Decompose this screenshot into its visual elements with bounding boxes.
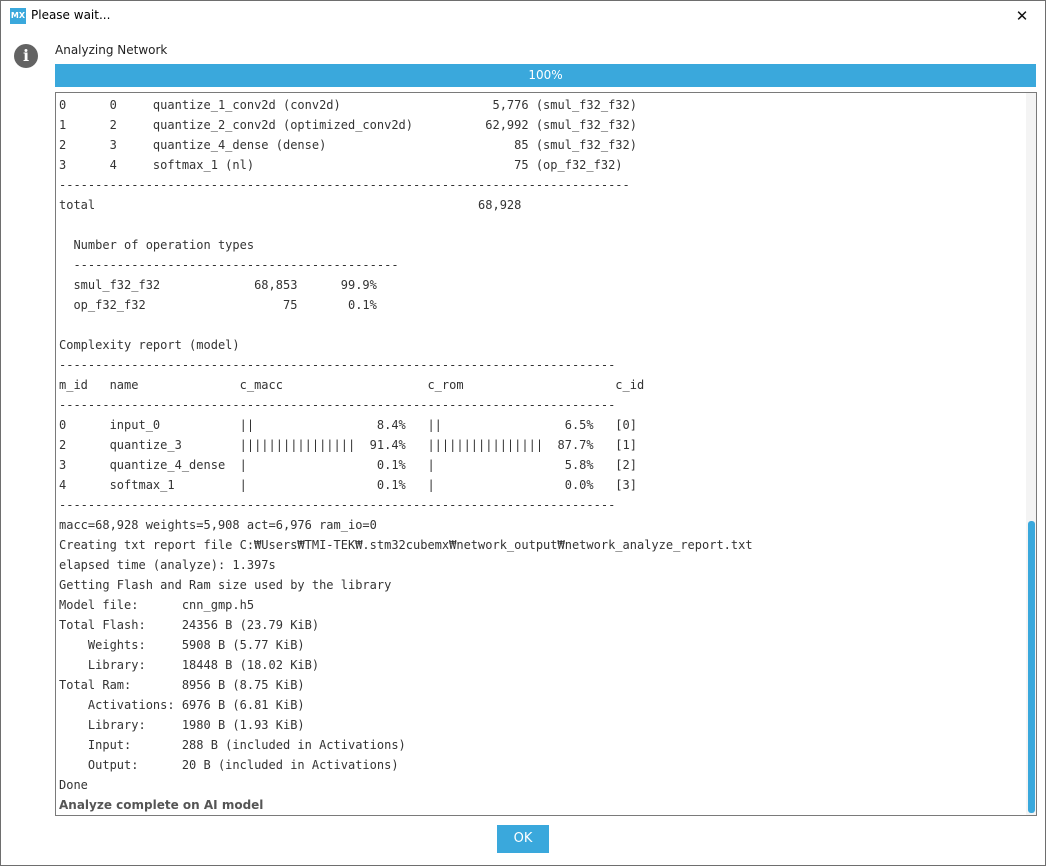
vertical-scrollbar[interactable] <box>1026 93 1036 815</box>
ok-button[interactable]: OK <box>497 825 549 853</box>
log-line: 0 input_0 || 8.4% || 6.5% [0] <box>59 418 637 432</box>
log-line: macc=68,928 weights=5,908 act=6,976 ram_… <box>59 518 377 532</box>
log-line: ----------------------------------------… <box>59 398 616 412</box>
log-line: m_id name c_macc c_rom c_id <box>59 378 645 392</box>
log-line: Creating txt report file C:₩Users₩TMI-TE… <box>59 538 753 552</box>
log-line: 3 4 softmax_1 (nl) 75 (op_f32_f32) <box>59 158 623 172</box>
window-title: Please wait... <box>31 8 111 22</box>
info-icon: i <box>14 44 38 68</box>
log-line: Number of operation types <box>59 238 255 252</box>
log-line: Weights: 5908 B (5.77 KiB) <box>59 638 305 652</box>
log-line: Complexity report (model) <box>59 338 240 352</box>
log-line: elapsed time (analyze): 1.397s <box>59 558 276 572</box>
log-line: Getting Flash and Ram size used by the l… <box>59 578 392 592</box>
log-line: 1 2 quantize_2_conv2d (optimized_conv2d)… <box>59 118 637 132</box>
progress-dialog: MX Please wait... ✕ i Analyzing Network … <box>0 0 1046 866</box>
log-line: Total Ram: 8956 B (8.75 KiB) <box>59 678 305 692</box>
log-line: smul_f32_f32 68,853 99.9% <box>59 278 377 292</box>
log-line: 2 3 quantize_4_dense (dense) 85 (smul_f3… <box>59 138 637 152</box>
close-icon: ✕ <box>1015 7 1029 25</box>
log-line: op_f32_f32 75 0.1% <box>59 298 377 312</box>
log-content: 0 0 quantize_1_conv2d (conv2d) 5,776 (sm… <box>56 93 1026 815</box>
log-line: 4 softmax_1 | 0.1% | 0.0% [3] <box>59 478 637 492</box>
log-line: 2 quantize_3 |||||||||||||||| 91.4% ||||… <box>59 438 637 452</box>
log-line: 3 quantize_4_dense | 0.1% | 5.8% [2] <box>59 458 637 472</box>
progress-label: 100% <box>528 68 563 82</box>
status-heading: Analyzing Network <box>55 43 168 57</box>
app-icon: MX <box>10 8 26 24</box>
log-line: ----------------------------------------… <box>59 258 399 272</box>
log-line: ----------------------------------------… <box>59 498 616 512</box>
close-button[interactable]: ✕ <box>999 1 1045 31</box>
log-line: Model file: cnn_gmp.h5 <box>59 598 255 612</box>
log-line: Done <box>59 778 88 792</box>
title-bar[interactable]: MX Please wait... ✕ <box>1 1 1045 31</box>
log-line: Library: 18448 B (18.02 KiB) <box>59 658 320 672</box>
log-line: ----------------------------------------… <box>59 178 630 192</box>
log-line: ----------------------------------------… <box>59 358 616 372</box>
log-line: 0 0 quantize_1_conv2d (conv2d) 5,776 (sm… <box>59 98 637 112</box>
log-line: Input: 288 B (included in Activations) <box>59 738 406 752</box>
log-line: Activations: 6976 B (6.81 KiB) <box>59 698 305 712</box>
log-output[interactable]: 0 0 quantize_1_conv2d (conv2d) 5,776 (sm… <box>55 92 1037 816</box>
log-final-line: Analyze complete on AI model <box>59 798 264 812</box>
scrollbar-thumb[interactable] <box>1028 521 1035 813</box>
log-line: Total Flash: 24356 B (23.79 KiB) <box>59 618 320 632</box>
log-line: Library: 1980 B (1.93 KiB) <box>59 718 305 732</box>
log-line: Output: 20 B (included in Activations) <box>59 758 399 772</box>
log-line: total 68,928 <box>59 198 522 212</box>
progress-bar: 100% <box>55 64 1036 87</box>
